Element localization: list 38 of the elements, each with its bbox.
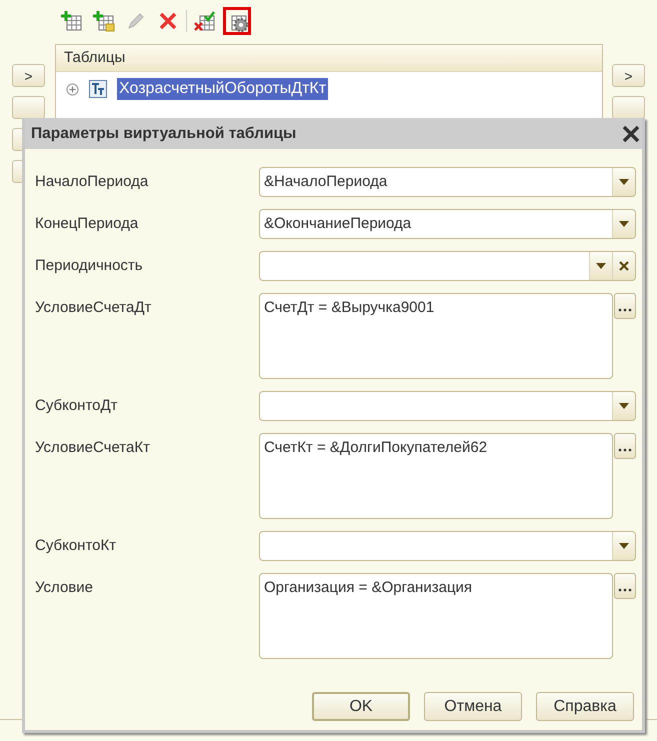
dots-icon — [618, 308, 632, 312]
dots-icon — [618, 448, 632, 452]
dropdown-field[interactable]: &НачалоПериода — [259, 167, 636, 197]
table-check-icon[interactable] — [194, 10, 216, 32]
dialog-button[interactable]: OK — [312, 692, 410, 721]
dropdown-field[interactable]: &ОкончаниеПериода — [259, 209, 636, 239]
table-copy-icon[interactable] — [93, 10, 115, 32]
dialog-title: Параметры виртуальной таблицы — [31, 124, 296, 142]
table-icon — [89, 80, 107, 98]
field-label: УсловиеСчетаДт — [35, 298, 152, 318]
dropdown-field[interactable] — [259, 251, 636, 281]
field-label: КонецПериода — [35, 214, 140, 234]
panel-header: Таблицы — [56, 45, 602, 72]
expand-icon[interactable] — [66, 82, 79, 96]
dialog-button[interactable]: Отмена — [424, 692, 522, 721]
dropdown-field[interactable] — [259, 531, 636, 561]
ellipsis-button[interactable] — [614, 573, 636, 599]
text-area[interactable]: СчетКт = &ДолгиПокупателей62 — [259, 433, 613, 519]
dropdown-field[interactable] — [259, 391, 636, 421]
ellipsis-button[interactable] — [614, 293, 636, 319]
field-label: СубконтоКт — [35, 536, 118, 556]
field-label: СубконтоДт — [35, 396, 119, 416]
delete-icon[interactable] — [157, 10, 179, 32]
text-area[interactable]: Организация = &Организация — [259, 573, 613, 659]
clear-icon[interactable] — [612, 252, 635, 280]
tree-item[interactable]: ХозрасчетныйОборотыДтКт — [117, 78, 328, 100]
dialog-button[interactable]: Справка — [536, 692, 634, 721]
field-label: Периодичность — [35, 256, 144, 276]
table-add-icon[interactable] — [61, 10, 83, 32]
close-icon[interactable] — [622, 124, 640, 142]
field-label: НачалоПериода — [35, 172, 150, 192]
text-area[interactable]: СчетДт = &Выручка9001 — [259, 293, 613, 379]
field-label: Условие — [35, 578, 94, 598]
dots-icon — [618, 588, 632, 592]
ellipsis-button[interactable] — [614, 433, 636, 459]
move-button[interactable]: > — [612, 64, 645, 87]
move-button[interactable]: > — [12, 64, 45, 87]
field-label: УсловиеСчетаКт — [35, 438, 151, 458]
